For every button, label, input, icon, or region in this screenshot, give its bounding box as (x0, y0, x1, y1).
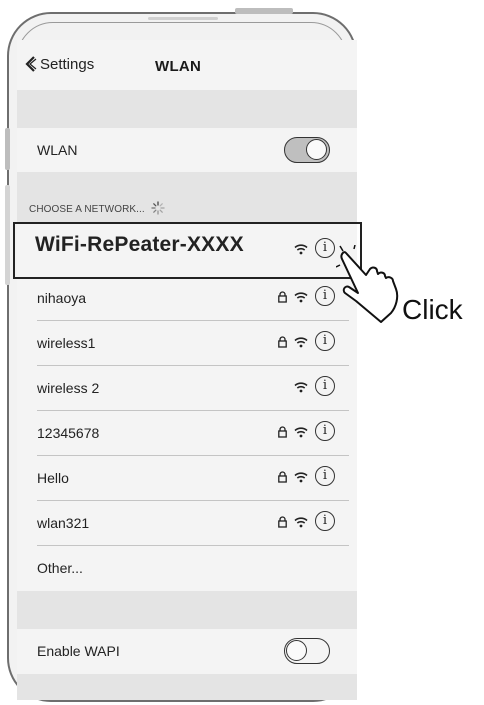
enable-wapi-label: Enable WAPI (37, 643, 120, 659)
lock-icon (278, 290, 287, 303)
page-title: WLAN (155, 58, 202, 75)
wifi-icon (294, 335, 308, 348)
wlan-toggle[interactable] (284, 137, 330, 163)
chevron-left-icon (25, 56, 37, 73)
network-name: 12345678 (37, 425, 100, 441)
click-callout-label: Click (402, 294, 463, 325)
other-network-label: Other... (37, 560, 83, 576)
network-row-wireless1[interactable]: wireless1 i (17, 321, 357, 366)
mute-switch (5, 128, 10, 170)
info-icon[interactable]: i (315, 286, 335, 306)
network-row-hello[interactable]: Hello i (17, 456, 357, 501)
wifi-icon (294, 470, 308, 483)
section-spacer (17, 591, 357, 629)
back-button[interactable]: Settings (25, 56, 94, 73)
navigation-bar: Settings WLAN (17, 40, 357, 90)
back-button-label: Settings (40, 56, 95, 73)
lock-icon (278, 335, 287, 348)
toggle-knob (286, 640, 307, 661)
power-button (235, 8, 293, 14)
wlan-label: WLAN (37, 142, 78, 158)
wlan-row: WLAN (17, 128, 357, 172)
network-row-wireless-2[interactable]: wireless 2 i (17, 366, 357, 411)
highlight-box (13, 222, 362, 279)
info-icon[interactable]: i (315, 376, 335, 396)
network-name: Hello (37, 470, 69, 486)
network-row-other[interactable]: Other... (17, 546, 357, 591)
network-name: wireless1 (37, 335, 96, 351)
section-spacer (17, 90, 357, 128)
info-icon[interactable]: i (315, 331, 335, 351)
screen: Settings WLAN WLAN CHOOSE A NETWORK... W… (17, 40, 357, 700)
network-row-nihaoya[interactable]: nihaoya i (17, 276, 357, 321)
info-icon[interactable]: i (315, 466, 335, 486)
network-name: nihaoya (37, 290, 87, 306)
info-icon[interactable]: i (315, 421, 335, 441)
loading-spinner-icon (151, 201, 165, 218)
lock-icon (278, 470, 287, 483)
enable-wapi-row: Enable WAPI (17, 629, 357, 674)
networks-section-header: CHOOSE A NETWORK... (29, 201, 165, 218)
network-name: wireless 2 (37, 380, 100, 396)
bottom-spacer (17, 674, 357, 700)
wifi-icon (294, 290, 308, 303)
wifi-icon (294, 425, 308, 438)
info-icon[interactable]: i (315, 511, 335, 531)
network-row-wlan321[interactable]: wlan321 i (17, 501, 357, 546)
earpiece (148, 17, 218, 20)
volume-buttons (5, 185, 10, 285)
network-name: wlan321 (37, 515, 90, 531)
wifi-icon (294, 515, 308, 528)
network-row-12345678[interactable]: 12345678 i (17, 411, 357, 456)
networks-header-label: CHOOSE A NETWORK... (29, 204, 145, 215)
wifi-icon (294, 380, 308, 393)
enable-wapi-toggle[interactable] (284, 638, 330, 664)
lock-icon (278, 425, 287, 438)
toggle-knob (306, 139, 327, 160)
lock-icon (278, 515, 287, 528)
